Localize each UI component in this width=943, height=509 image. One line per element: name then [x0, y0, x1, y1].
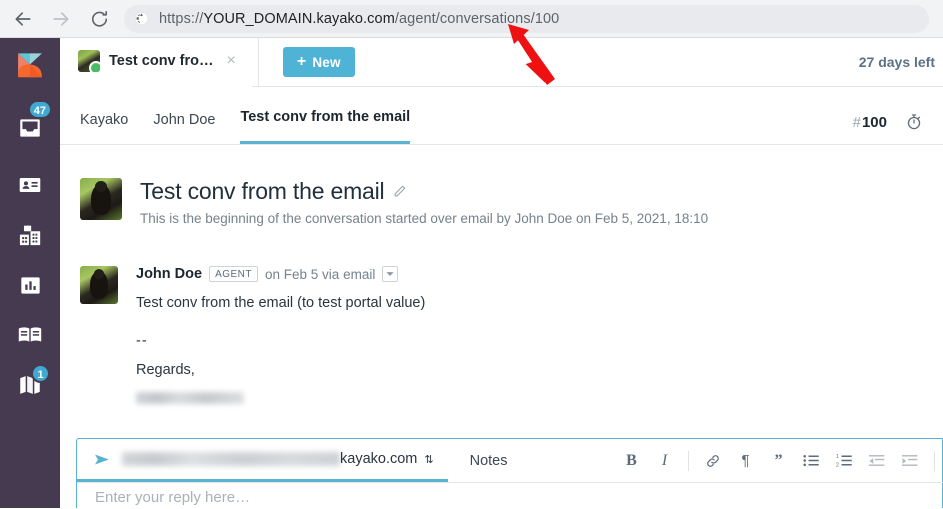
back-arrow-icon[interactable]	[8, 4, 38, 34]
tab-divider	[257, 37, 259, 87]
message-item: John Doe AGENT on Feb 5 via email Test c…	[60, 226, 943, 404]
message-content: John Doe AGENT on Feb 5 via email Test c…	[136, 266, 425, 404]
conversation-title-text: Test conv from the email	[140, 178, 385, 204]
url-path: /agent/conversations/100	[394, 10, 560, 27]
italic-button[interactable]: I	[648, 439, 681, 482]
reply-input[interactable]: Enter your reply here…	[77, 482, 943, 509]
indent-button[interactable]	[894, 439, 927, 482]
blockquote-button[interactable]: ”	[762, 439, 795, 482]
conversation-avatar	[80, 178, 122, 220]
globe-icon	[134, 11, 149, 26]
sidebar-item-contacts[interactable]	[0, 160, 60, 210]
tab-avatar	[78, 50, 100, 72]
reply-placeholder: Enter your reply here…	[95, 489, 251, 506]
subnav-item-john-doe[interactable]: John Doe	[153, 112, 215, 144]
message-body-line-1: Test conv from the email (to test portal…	[136, 295, 426, 311]
format-toolbar: B I ¶ ” 12	[615, 439, 942, 482]
bold-button[interactable]: B	[615, 439, 648, 482]
conversation-body: Test conv from the email This is the beg…	[60, 145, 943, 438]
stopwatch-icon[interactable]	[905, 113, 923, 131]
composer-channel-address: kayako.com ⇅	[122, 451, 434, 467]
subnav-right-group: #100	[853, 113, 923, 144]
conversation-subtitle: This is the beginning of the conversatio…	[140, 211, 709, 226]
reload-icon[interactable]	[84, 4, 114, 34]
composer-address-text: kayako.com	[340, 451, 418, 467]
reply-composer: kayako.com ⇅ Notes B I ¶ ” 12 Enter your…	[76, 438, 943, 508]
composer-tab-email[interactable]: kayako.com ⇅	[77, 439, 448, 482]
paragraph-button[interactable]: ¶	[729, 439, 762, 482]
message-body-line-3: Regards,	[136, 362, 195, 378]
bulleted-list-button[interactable]	[795, 439, 828, 482]
inbox-badge: 47	[27, 100, 52, 119]
left-nav-rail: 47 1	[0, 38, 60, 508]
subnav-tabs: Kayako John Doe Test conv from the email…	[60, 87, 943, 145]
kayako-logo[interactable]	[0, 38, 60, 96]
message-meta: John Doe AGENT on Feb 5 via email	[136, 266, 425, 282]
composer-tab-notes[interactable]: Notes	[448, 453, 518, 469]
svg-text:2: 2	[836, 462, 839, 468]
link-button[interactable]	[696, 439, 729, 482]
conversation-header: Test conv from the email This is the beg…	[60, 145, 943, 226]
tab-strip: Test conv fro… × + New 27 days left	[60, 37, 943, 87]
message-avatar	[80, 266, 118, 304]
sidebar-item-knowledgebase[interactable]	[0, 310, 60, 360]
conversation-header-text: Test conv from the email This is the beg…	[140, 178, 708, 226]
url-scheme: https://	[159, 10, 204, 27]
conversation-number-value: 100	[861, 113, 887, 131]
subnav-item-kayako[interactable]: Kayako	[80, 112, 128, 144]
new-button-label: New	[312, 54, 341, 70]
forward-arrow-icon[interactable]	[46, 4, 76, 34]
sidebar-item-reports[interactable]	[0, 260, 60, 310]
toolbar-separator-2	[934, 450, 935, 471]
tab-conversation[interactable]: Test conv fro… ×	[60, 38, 252, 87]
subnav-item-conversation[interactable]: Test conv from the email	[240, 109, 411, 144]
tab-conversation-label: Test conv fro…	[109, 53, 214, 69]
plus-icon: +	[296, 53, 307, 70]
chevron-updown-icon[interactable]: ⇅	[424, 453, 433, 466]
pencil-icon[interactable]	[392, 184, 407, 199]
page-title: Test conv from the email	[140, 178, 708, 205]
new-button[interactable]: + New	[282, 47, 355, 77]
send-arrow-icon	[95, 452, 114, 467]
url-bar[interactable]: https://YOUR_DOMAIN.kayako.com/agent/con…	[124, 4, 929, 33]
sidebar-item-inbox[interactable]: 47	[0, 96, 60, 160]
url-text: https://YOUR_DOMAIN.kayako.com/agent/con…	[159, 11, 559, 27]
toolbar-separator	[688, 450, 689, 471]
message-body-line-2: --	[136, 333, 148, 349]
numbered-list-button[interactable]: 12	[828, 439, 861, 482]
chevron-down-icon[interactable]	[382, 266, 399, 282]
conversation-number: #100	[853, 114, 887, 131]
svg-text:1: 1	[836, 454, 839, 460]
close-icon[interactable]: ×	[222, 53, 239, 69]
browser-chrome: https://YOUR_DOMAIN.kayako.com/agent/con…	[0, 0, 943, 38]
trial-notice: 27 days left	[858, 54, 935, 70]
outdent-button[interactable]	[861, 439, 894, 482]
message-signature-redacted	[136, 392, 244, 404]
guides-badge: 1	[31, 364, 50, 383]
status-badge: AGENT	[209, 266, 259, 282]
sidebar-item-organizations[interactable]	[0, 210, 60, 260]
message-channel-meta: on Feb 5 via email	[265, 266, 376, 282]
hash-symbol: #	[852, 113, 861, 131]
sidebar-item-guides[interactable]: 1	[0, 360, 60, 410]
url-host: YOUR_DOMAIN.kayako.com	[203, 10, 395, 27]
composer-tabs: kayako.com ⇅ Notes B I ¶ ” 12	[77, 439, 942, 482]
message-author: John Doe	[136, 266, 203, 282]
